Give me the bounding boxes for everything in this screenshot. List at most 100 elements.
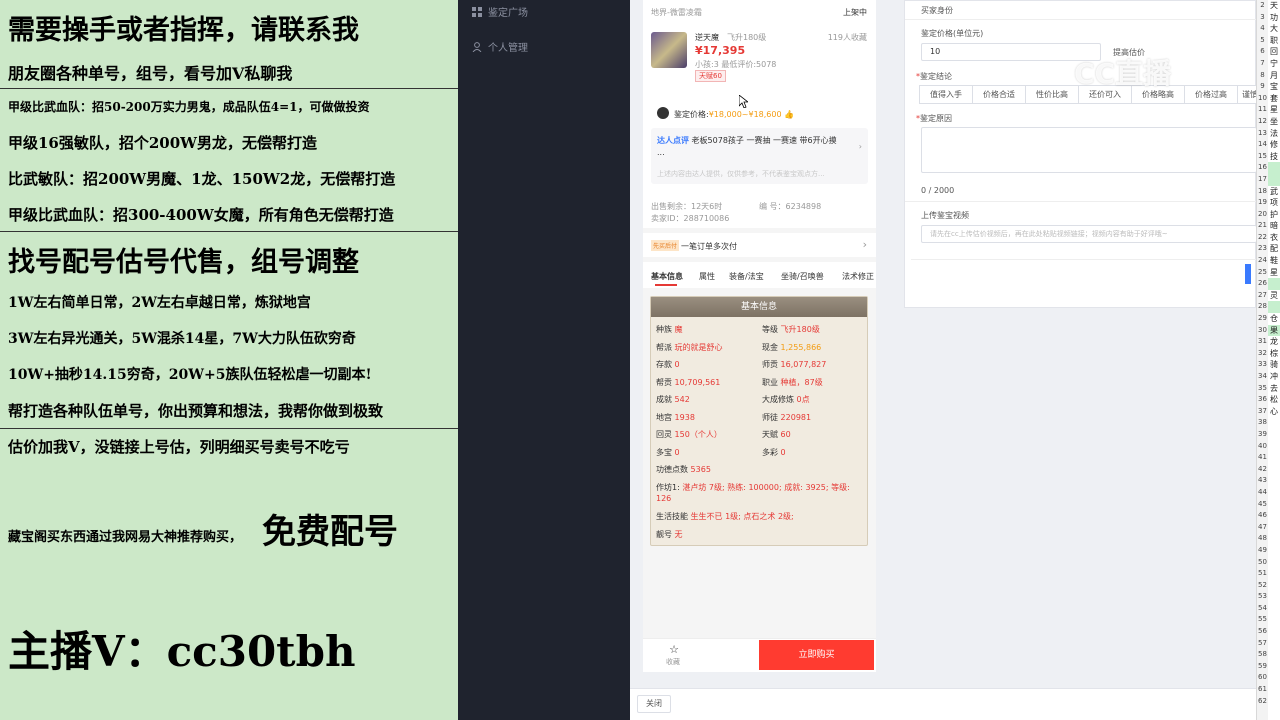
sheet-cell[interactable]: 项 — [1268, 197, 1280, 209]
row-number: 46 — [1258, 511, 1267, 520]
sheet-cell[interactable] — [1268, 301, 1280, 314]
overlay-line: 朋友圈各种单号，组号，看号加Ⅴ私聊我 — [8, 64, 293, 83]
sidebar-item-personal[interactable]: 个人管理 — [472, 39, 528, 54]
sheet-cell[interactable]: 天 — [1268, 0, 1280, 12]
tab-equipment[interactable]: 装备/法宝 — [729, 271, 764, 282]
sheet-cell[interactable]: 回 — [1268, 46, 1280, 58]
conclusion-option[interactable]: 值得入手 — [919, 85, 973, 104]
overlay-line: 找号配号估号代售，组号调整 — [8, 247, 359, 278]
sheet-cell[interactable]: 坐 — [1268, 116, 1280, 128]
sheet-cell[interactable]: 法 — [1268, 128, 1280, 140]
row-number: 2 — [1260, 1, 1265, 9]
sheet-cell[interactable] — [1268, 278, 1280, 290]
streamer-contact: 主播Ⅴ：cc30tbh — [8, 627, 356, 676]
overlay-line: 比武敏队：招200W男魔、1龙、150W2龙，无偿帮打造 — [8, 170, 396, 188]
sheet-cell[interactable]: 配 — [1268, 243, 1280, 255]
row-number: 13 — [1258, 128, 1267, 137]
sheet-cell[interactable]: 去 — [1268, 383, 1280, 395]
sheet-cell[interactable] — [1268, 173, 1280, 186]
sheet-cell[interactable]: 棕 — [1268, 348, 1280, 360]
sheet-cells: 天功大职回宁月宝套星坐法修技武项护暗衣配鞋星灵仓果龙棕骑冲去松心 — [1268, 0, 1280, 720]
field-item: 地宫 1938 — [656, 412, 695, 422]
video-link-input[interactable]: 请先在cc上传估价视频后，再在此处粘贴视频链接；视频内容有助于好评哦~ — [921, 225, 1257, 243]
item-number: 编 号：6234898 — [759, 202, 822, 211]
close-button[interactable]: 关闭 — [637, 695, 671, 713]
item-detail-preview: 地界-微雷凌霜 上架中 逆天魔 飞升180级 119人收藏 ¥17,395 小孩… — [643, 0, 876, 672]
row-number: 32 — [1258, 348, 1267, 357]
sheet-cell[interactable]: 技 — [1268, 151, 1280, 163]
watch-count: 119人收藏 — [827, 33, 867, 42]
sidebar-item-label: 鉴定广场 — [488, 8, 528, 19]
buy-now-button[interactable]: 立即购买 — [759, 640, 874, 670]
sheet-cell[interactable]: 松 — [1268, 394, 1280, 406]
sheet-cell[interactable]: 仓 — [1268, 313, 1280, 325]
row-number: 6 — [1260, 47, 1265, 56]
sheet-cell[interactable]: 灵 — [1268, 290, 1280, 302]
row-number: 35 — [1258, 383, 1267, 392]
price-label: 鉴定价格(单位元) — [921, 29, 984, 38]
row-number: 53 — [1258, 592, 1267, 601]
sheet-cell[interactable]: 月 — [1268, 70, 1280, 82]
row-number: 30 — [1258, 325, 1267, 334]
row-number: 16 — [1258, 163, 1267, 172]
user-icon — [472, 41, 482, 52]
sheet-cell[interactable]: 修 — [1268, 139, 1280, 151]
sheet-cell[interactable]: 骑 — [1268, 359, 1280, 371]
sheet-cell[interactable]: 心 — [1268, 406, 1280, 418]
overlay-line: 免费配号 — [262, 512, 398, 552]
sheet-cell[interactable]: 星 — [1268, 267, 1280, 279]
promo-text: 一笔订单多次付 — [681, 242, 737, 251]
conclusion-option[interactable]: 性价比高 — [1025, 85, 1079, 104]
sheet-cell[interactable]: 暗 — [1268, 220, 1280, 232]
divider — [0, 88, 458, 89]
sheet-cell[interactable]: 功 — [1268, 12, 1280, 24]
dialog-footer: 关闭 — [630, 688, 1256, 720]
sheet-cell[interactable]: 宝 — [1268, 81, 1280, 93]
conclusion-option[interactable]: 价格过高 — [1184, 85, 1238, 104]
row-number: 62 — [1258, 696, 1267, 705]
talent-tag: 天赋60 — [695, 70, 726, 82]
row-number: 40 — [1258, 441, 1267, 450]
sheet-cell[interactable]: 鞋 — [1268, 255, 1280, 267]
sidebar-item-appraisal-square[interactable]: 鉴定广场 — [472, 4, 528, 19]
sheet-cell[interactable]: 宁 — [1268, 58, 1280, 70]
merit-row: 功德点数 5365 — [656, 465, 711, 474]
review-more: ... — [657, 148, 665, 157]
sheet-cell[interactable]: 护 — [1268, 209, 1280, 221]
tab-attributes[interactable]: 属性 — [699, 271, 715, 282]
field-item: 职业 种植，87级 — [762, 377, 823, 387]
reason-textarea[interactable] — [921, 127, 1257, 173]
row-number: 8 — [1260, 70, 1265, 79]
row-number: 12 — [1258, 116, 1267, 125]
row-number: 29 — [1258, 314, 1267, 323]
tab-mounts[interactable]: 坐骑/召唤兽 — [781, 271, 824, 282]
sheet-cell[interactable]: 大 — [1268, 23, 1280, 35]
star-icon[interactable]: ☆ — [667, 643, 681, 656]
seller-id: 卖家ID：288710086 — [651, 214, 730, 223]
sub-info: 小孩:3 最低评价:5078 — [695, 60, 777, 69]
sheet-cell[interactable]: 衣 — [1268, 232, 1280, 244]
sidebar: 鉴定广场 个人管理 — [458, 0, 630, 720]
sheet-cell[interactable] — [1268, 162, 1280, 174]
row-number: 27 — [1258, 290, 1267, 299]
char-counter: 0 / 2000 — [921, 186, 955, 195]
reason-label: *鉴定原因 — [916, 114, 952, 123]
tab-spells[interactable]: 法术修正 — [842, 271, 874, 282]
submit-button[interactable] — [1245, 264, 1251, 284]
sheet-cell[interactable]: 武 — [1268, 186, 1280, 198]
conclusion-option[interactable]: 价格合适 — [972, 85, 1026, 104]
sheet-cell[interactable]: 冲 — [1268, 371, 1280, 383]
row-number: 60 — [1258, 673, 1267, 682]
row-number: 24 — [1258, 256, 1267, 265]
sheet-cell[interactable]: 龙 — [1268, 336, 1280, 348]
review-row[interactable]: 达人点评 老板5078孩子 一赛抽 一赛速 带6开心摸 — [657, 135, 837, 146]
row-number: 39 — [1258, 429, 1267, 438]
sheet-cell[interactable]: 果 — [1268, 324, 1280, 337]
sheet-cell[interactable]: 套 — [1268, 93, 1280, 105]
screen: 需要操手或者指挥，请联系我 朋友圈各种单号，组号，看号加Ⅴ私聊我 甲级比武血队：… — [0, 0, 1280, 720]
sheet-cell[interactable]: 星 — [1268, 104, 1280, 116]
row-number: 50 — [1258, 557, 1267, 566]
grid-icon — [472, 6, 482, 17]
tab-basic-info[interactable]: 基本信息 — [651, 271, 683, 282]
sheet-cell[interactable]: 职 — [1268, 35, 1280, 47]
